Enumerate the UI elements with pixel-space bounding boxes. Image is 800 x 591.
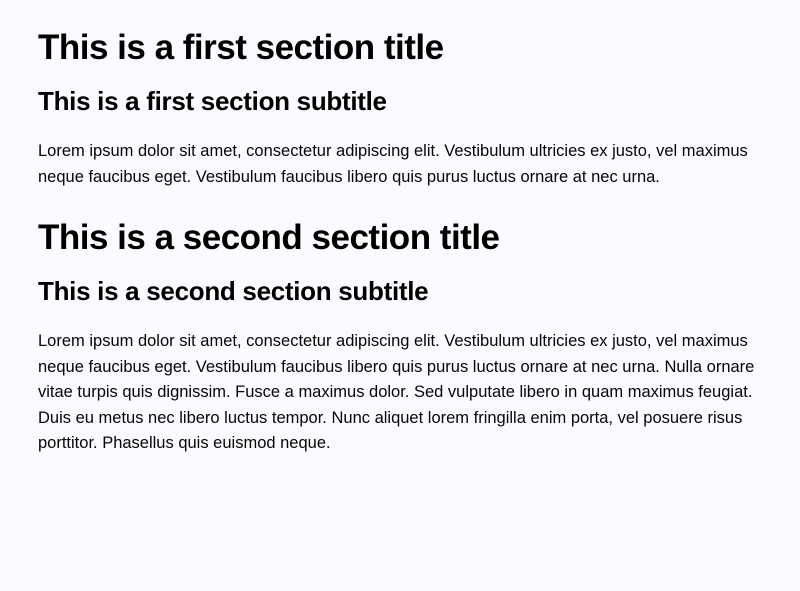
section-1-title: This is a first section title xyxy=(38,28,762,68)
section-1: This is a first section title This is a … xyxy=(38,28,762,190)
section-2-title: This is a second section title xyxy=(38,218,762,258)
section-2-subtitle: This is a second section subtitle xyxy=(38,276,762,307)
section-2: This is a second section title This is a… xyxy=(38,218,762,457)
section-2-body: Lorem ipsum dolor sit amet, consectetur … xyxy=(38,329,762,457)
section-1-subtitle: This is a first section subtitle xyxy=(38,86,762,117)
section-1-body: Lorem ipsum dolor sit amet, consectetur … xyxy=(38,139,762,190)
